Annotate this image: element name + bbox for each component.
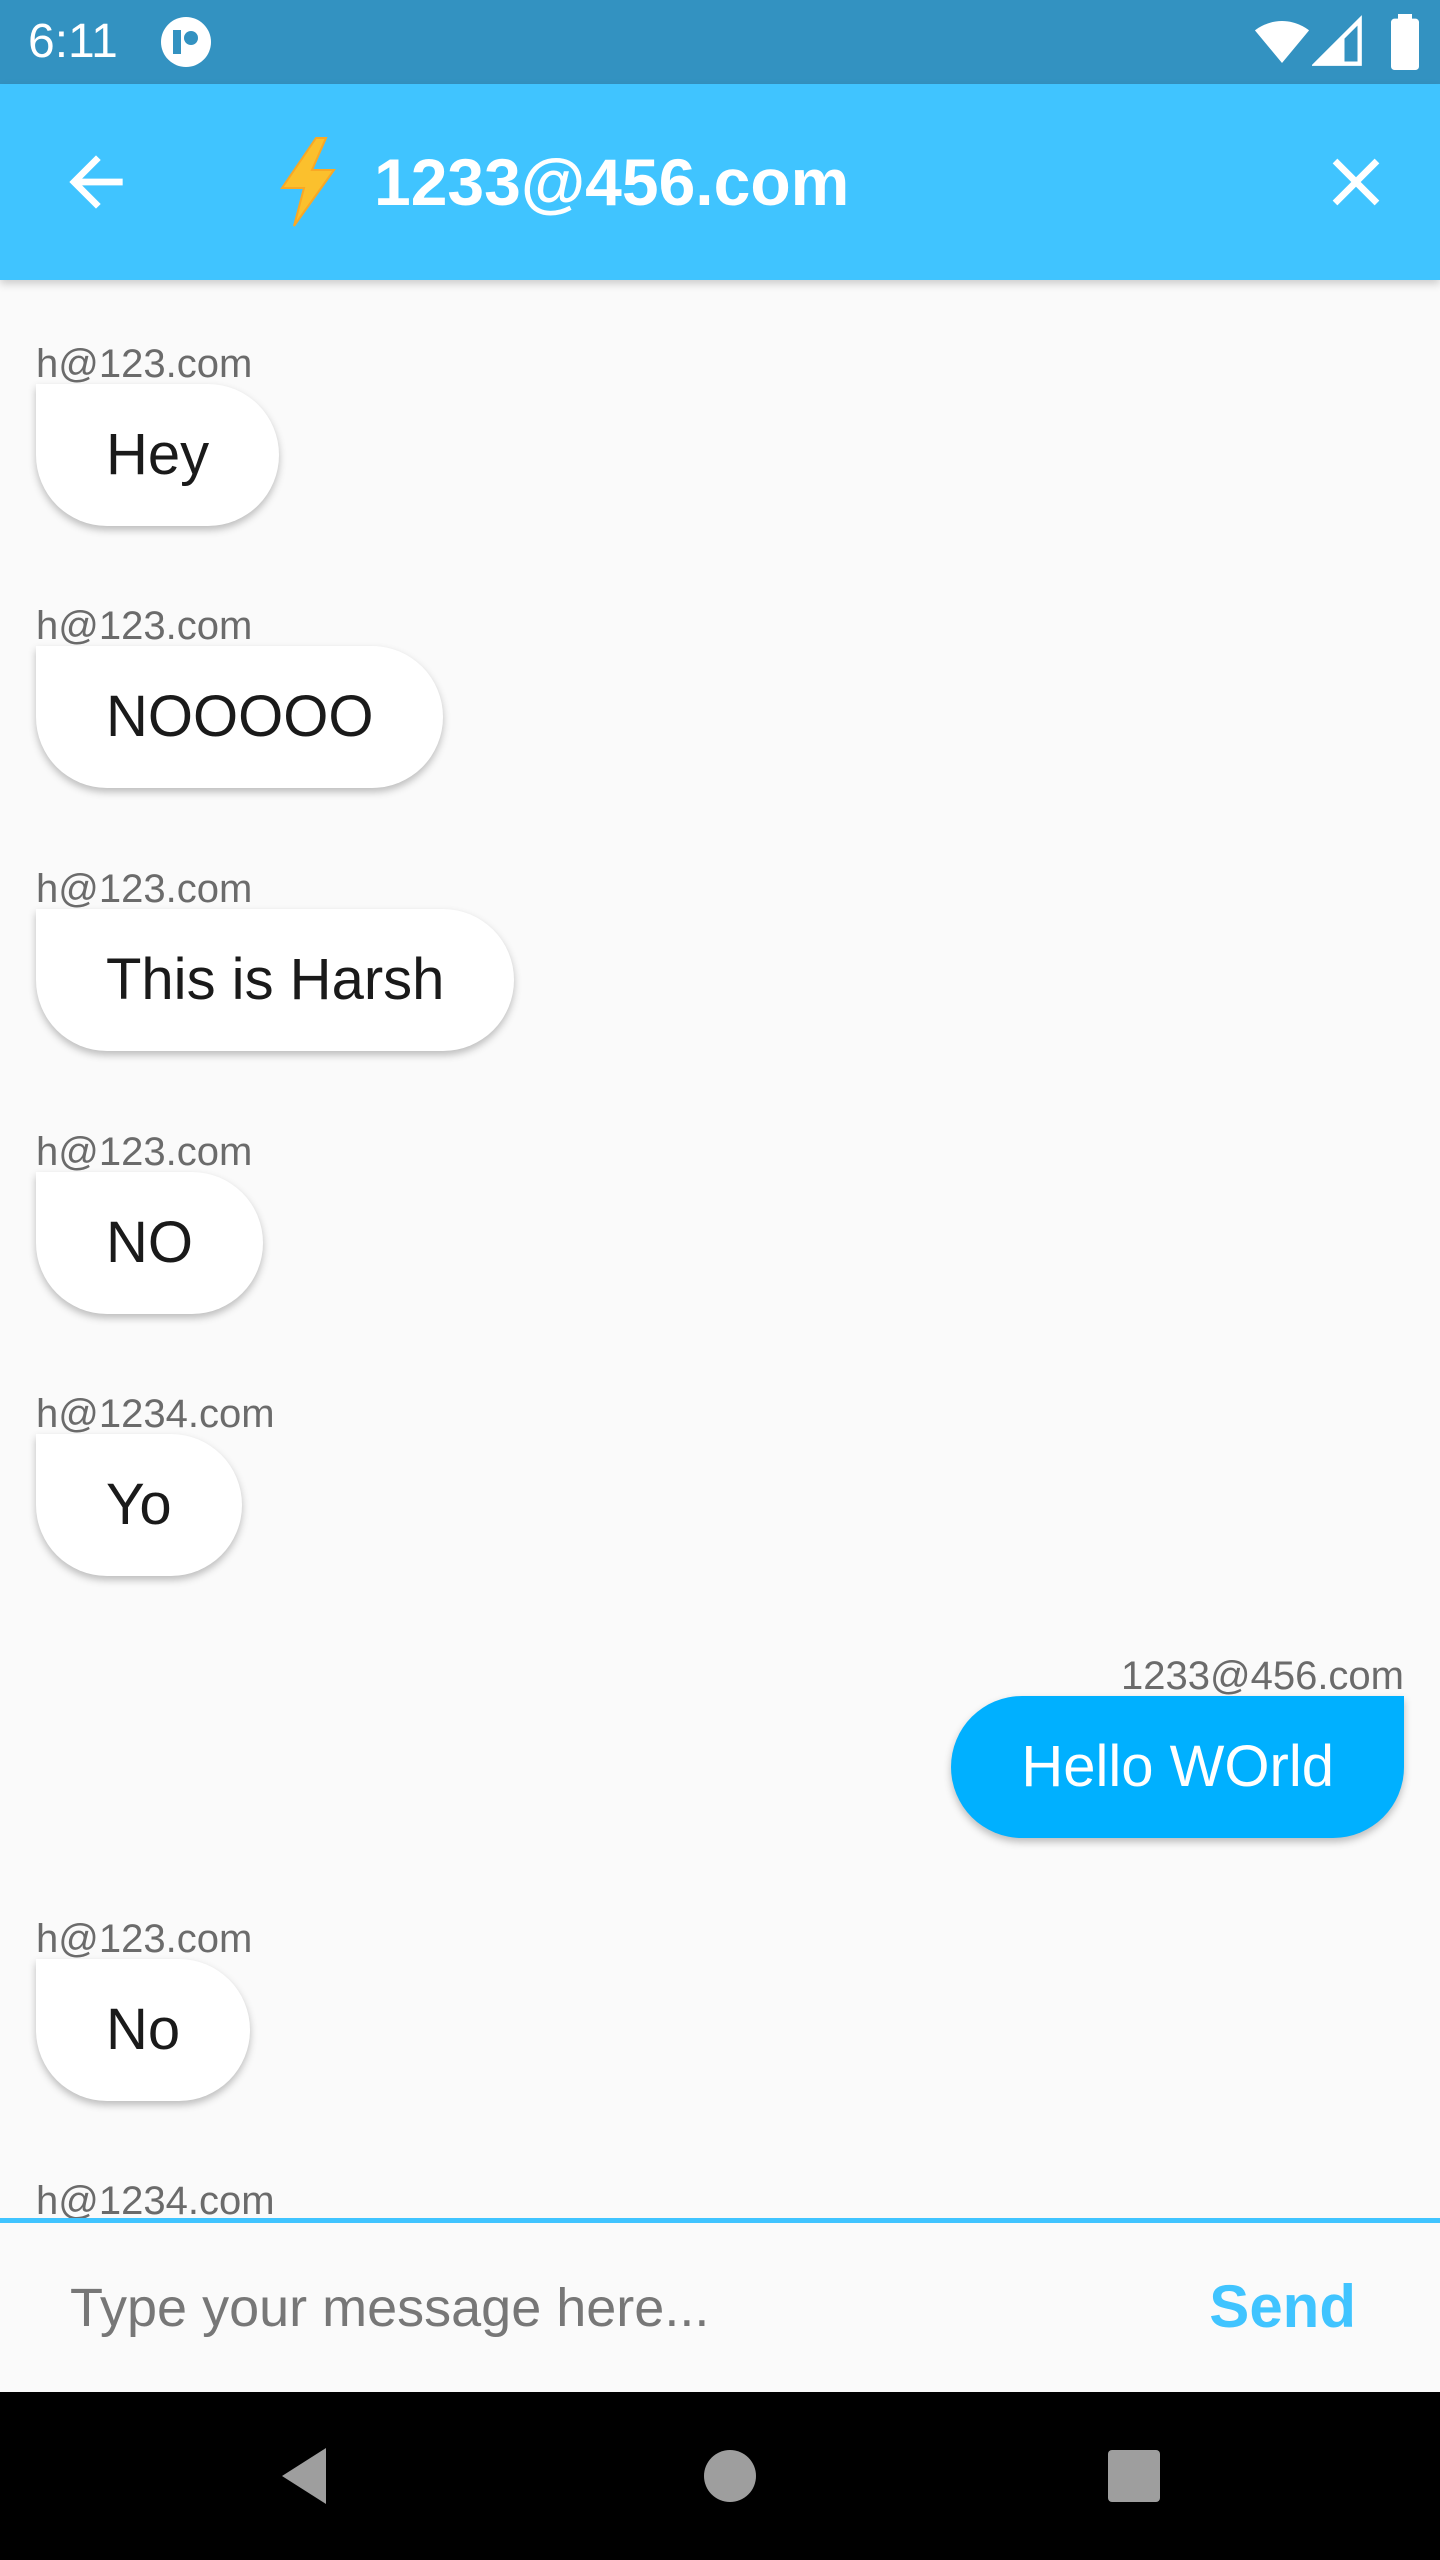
back-button[interactable]: [56, 142, 136, 222]
message-sender: h@123.com: [36, 1917, 253, 1961]
nav-home-icon: [704, 2450, 756, 2502]
cell-signal-icon: [1312, 15, 1362, 66]
arrow-back-icon: [69, 155, 123, 209]
close-button[interactable]: [1316, 142, 1396, 222]
message-sender: h@123.com: [36, 342, 253, 386]
nav-recents-icon: [1108, 2450, 1160, 2502]
message-sender: 1233@456.com: [1120, 1654, 1404, 1698]
app-notification-icon: [160, 16, 212, 68]
battery-icon: [1391, 14, 1419, 70]
lightning-bolt-icon: [272, 136, 344, 228]
message-bubble: This is Harsh: [36, 909, 515, 1051]
system-nav-bar: [0, 2392, 1440, 2560]
nav-back-button[interactable]: [268, 2436, 348, 2516]
message-input[interactable]: [68, 2267, 1122, 2349]
message-bubble: No: [36, 1959, 251, 2101]
message-bubble: NO: [36, 1172, 263, 1314]
message-sender: h@1234.com: [36, 2179, 275, 2218]
message-bubble: NOOOOO: [36, 646, 444, 788]
message-composer: Send: [0, 2218, 1440, 2392]
message-sender: h@1234.com: [36, 1392, 275, 1436]
message-bubble-own: Hello WOrld: [951, 1696, 1404, 1838]
message-bubble: Yo: [36, 1434, 242, 1576]
nav-home-button[interactable]: [690, 2436, 770, 2516]
nav-recents-button[interactable]: [1094, 2436, 1174, 2516]
message-sender: h@123.com: [36, 867, 253, 911]
message-sender: h@123.com: [36, 1130, 253, 1174]
message-bubble: Hey: [36, 384, 280, 526]
app-bar: 1233@456.com: [0, 84, 1440, 280]
nav-back-icon: [282, 2448, 326, 2504]
status-time: 6:11: [28, 15, 118, 68]
status-bar: 6:11: [0, 0, 1440, 84]
close-icon: [1332, 158, 1380, 206]
send-button[interactable]: Send: [1209, 2267, 1356, 2347]
message-sender: h@123.com: [36, 604, 253, 648]
message-list[interactable]: h@123.com Hey h@123.com NOOOOO h@123.com…: [0, 280, 1440, 2218]
wifi-icon: [1254, 21, 1310, 63]
page-title: 1233@456.com: [374, 145, 850, 219]
